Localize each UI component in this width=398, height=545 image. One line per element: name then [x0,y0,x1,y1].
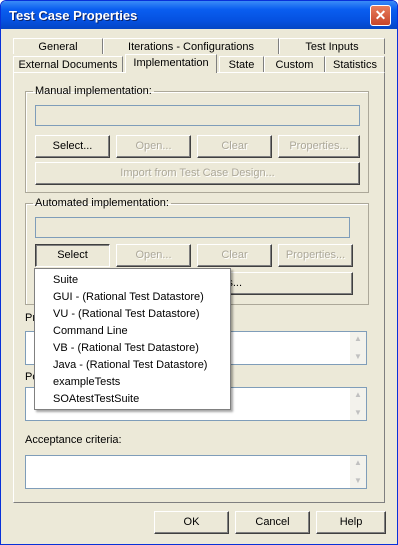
menu-item-vu[interactable]: VU - (Rational Test Datastore) [53,306,200,323]
tab-statistics[interactable]: Statistics [325,56,385,72]
import-from-test-case-design-button[interactable]: Import from Test Case Design... [35,162,360,185]
prerequisites-scrollbar[interactable]: ▲ ▼ [350,332,366,364]
close-button[interactable]: ✕ [370,5,391,26]
scroll-down-icon[interactable]: ▼ [350,406,366,420]
acceptance-criteria-scrollbar[interactable]: ▲ ▼ [350,456,366,488]
menu-item-gui[interactable]: GUI - (Rational Test Datastore) [53,289,204,306]
tab-label: General [38,41,78,53]
menu-item-command-line[interactable]: Command Line [53,323,128,340]
tab-label: External Documents [18,59,118,71]
cancel-button[interactable]: Cancel [235,511,310,534]
acceptance-criteria-label: Acceptance criteria: [25,434,122,446]
manual-implementation-field[interactable] [35,105,360,126]
tab-general[interactable]: General [13,38,103,54]
acceptance-criteria-textarea[interactable]: ▲ ▼ [25,455,367,489]
automated-properties-button[interactable]: Properties... [278,244,353,267]
title-bar[interactable]: Test Case Properties ✕ [1,1,397,29]
tab-test-inputs[interactable]: Test Inputs [279,38,385,54]
postconditions-scrollbar[interactable]: ▲ ▼ [350,388,366,420]
ok-button[interactable]: OK [154,511,229,534]
automated-clear-button[interactable]: Clear [197,244,272,267]
tab-custom[interactable]: Custom [264,56,325,72]
tab-label: Test Inputs [305,41,359,53]
scroll-up-icon[interactable]: ▲ [350,456,366,470]
window-title: Test Case Properties [9,8,138,23]
tab-label: State [228,59,255,71]
manual-select-button[interactable]: Select... [35,135,110,158]
manual-clear-button[interactable]: Clear [197,135,272,158]
tab-implementation[interactable]: Implementation [125,54,217,73]
automated-select-button[interactable]: Select [35,244,110,267]
tab-label: Custom [275,59,314,71]
help-button[interactable]: Help [316,511,386,534]
automated-implementation-legend: Automated implementation: [35,197,169,209]
tab-external-documents[interactable]: External Documents [13,56,123,72]
tab-label: Statistics [332,59,377,71]
manual-implementation-legend: Manual implementation: [35,85,152,97]
menu-item-suite[interactable]: Suite [53,272,78,289]
menu-item-example-tests[interactable]: exampleTests [53,374,120,391]
tab-label: Implementation [133,57,209,69]
manual-properties-button[interactable]: Properties... [278,135,360,158]
select-dropdown-menu: Suite GUI - (Rational Test Datastore) VU… [34,268,231,410]
automated-open-button[interactable]: Open... [116,244,191,267]
menu-item-vb[interactable]: VB - (Rational Test Datastore) [53,340,199,357]
automated-implementation-field[interactable] [35,217,350,238]
manual-open-button[interactable]: Open... [116,135,191,158]
tab-label: Iterations - Configurations [128,41,254,53]
menu-item-soatest-test-suite[interactable]: SOAtestTestSuite [53,391,139,408]
close-icon: ✕ [374,7,387,23]
menu-item-java[interactable]: Java - (Rational Test Datastore) [53,357,207,374]
scroll-up-icon[interactable]: ▲ [350,332,366,346]
tab-state[interactable]: State [219,56,264,72]
scroll-up-icon[interactable]: ▲ [350,388,366,402]
dialog-window: Test Case Properties ✕ General Iteration… [0,0,398,545]
scroll-down-icon[interactable]: ▼ [350,474,366,488]
tab-iterations-configurations[interactable]: Iterations - Configurations [103,38,279,54]
scroll-down-icon[interactable]: ▼ [350,350,366,364]
